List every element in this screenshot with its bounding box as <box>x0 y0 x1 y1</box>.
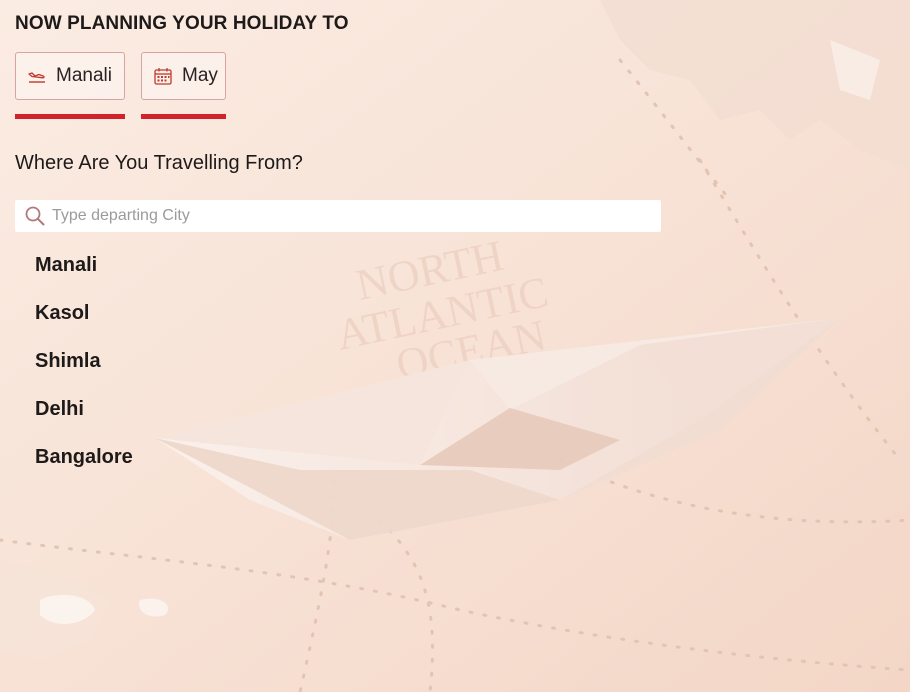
month-chip-underline <box>141 114 226 119</box>
plane-landing-icon <box>26 65 48 87</box>
departure-city-input[interactable] <box>52 202 632 230</box>
destination-chip-label: Manali <box>56 65 112 86</box>
city-option-kasol[interactable]: Kasol <box>35 298 133 346</box>
city-option-bangalore[interactable]: Bangalore <box>35 442 133 490</box>
month-chip[interactable]: May <box>141 52 226 100</box>
planner-panel: NOW PLANNING YOUR HOLIDAY TO Manali May … <box>0 0 910 692</box>
city-suggestion-list: Manali Kasol Shimla Delhi Bangalore <box>35 250 133 490</box>
destination-chip[interactable]: Manali <box>15 52 125 100</box>
city-option-manali[interactable]: Manali <box>35 250 133 298</box>
page-title: NOW PLANNING YOUR HOLIDAY TO <box>15 13 349 34</box>
departure-question: Where Are You Travelling From? <box>15 152 303 174</box>
city-option-delhi[interactable]: Delhi <box>35 394 133 442</box>
city-option-shimla[interactable]: Shimla <box>35 346 133 394</box>
search-icon <box>24 205 46 227</box>
departure-search-box[interactable] <box>15 200 661 232</box>
month-chip-label: May <box>182 65 218 86</box>
destination-chip-underline <box>15 114 125 119</box>
calendar-icon <box>152 65 174 87</box>
